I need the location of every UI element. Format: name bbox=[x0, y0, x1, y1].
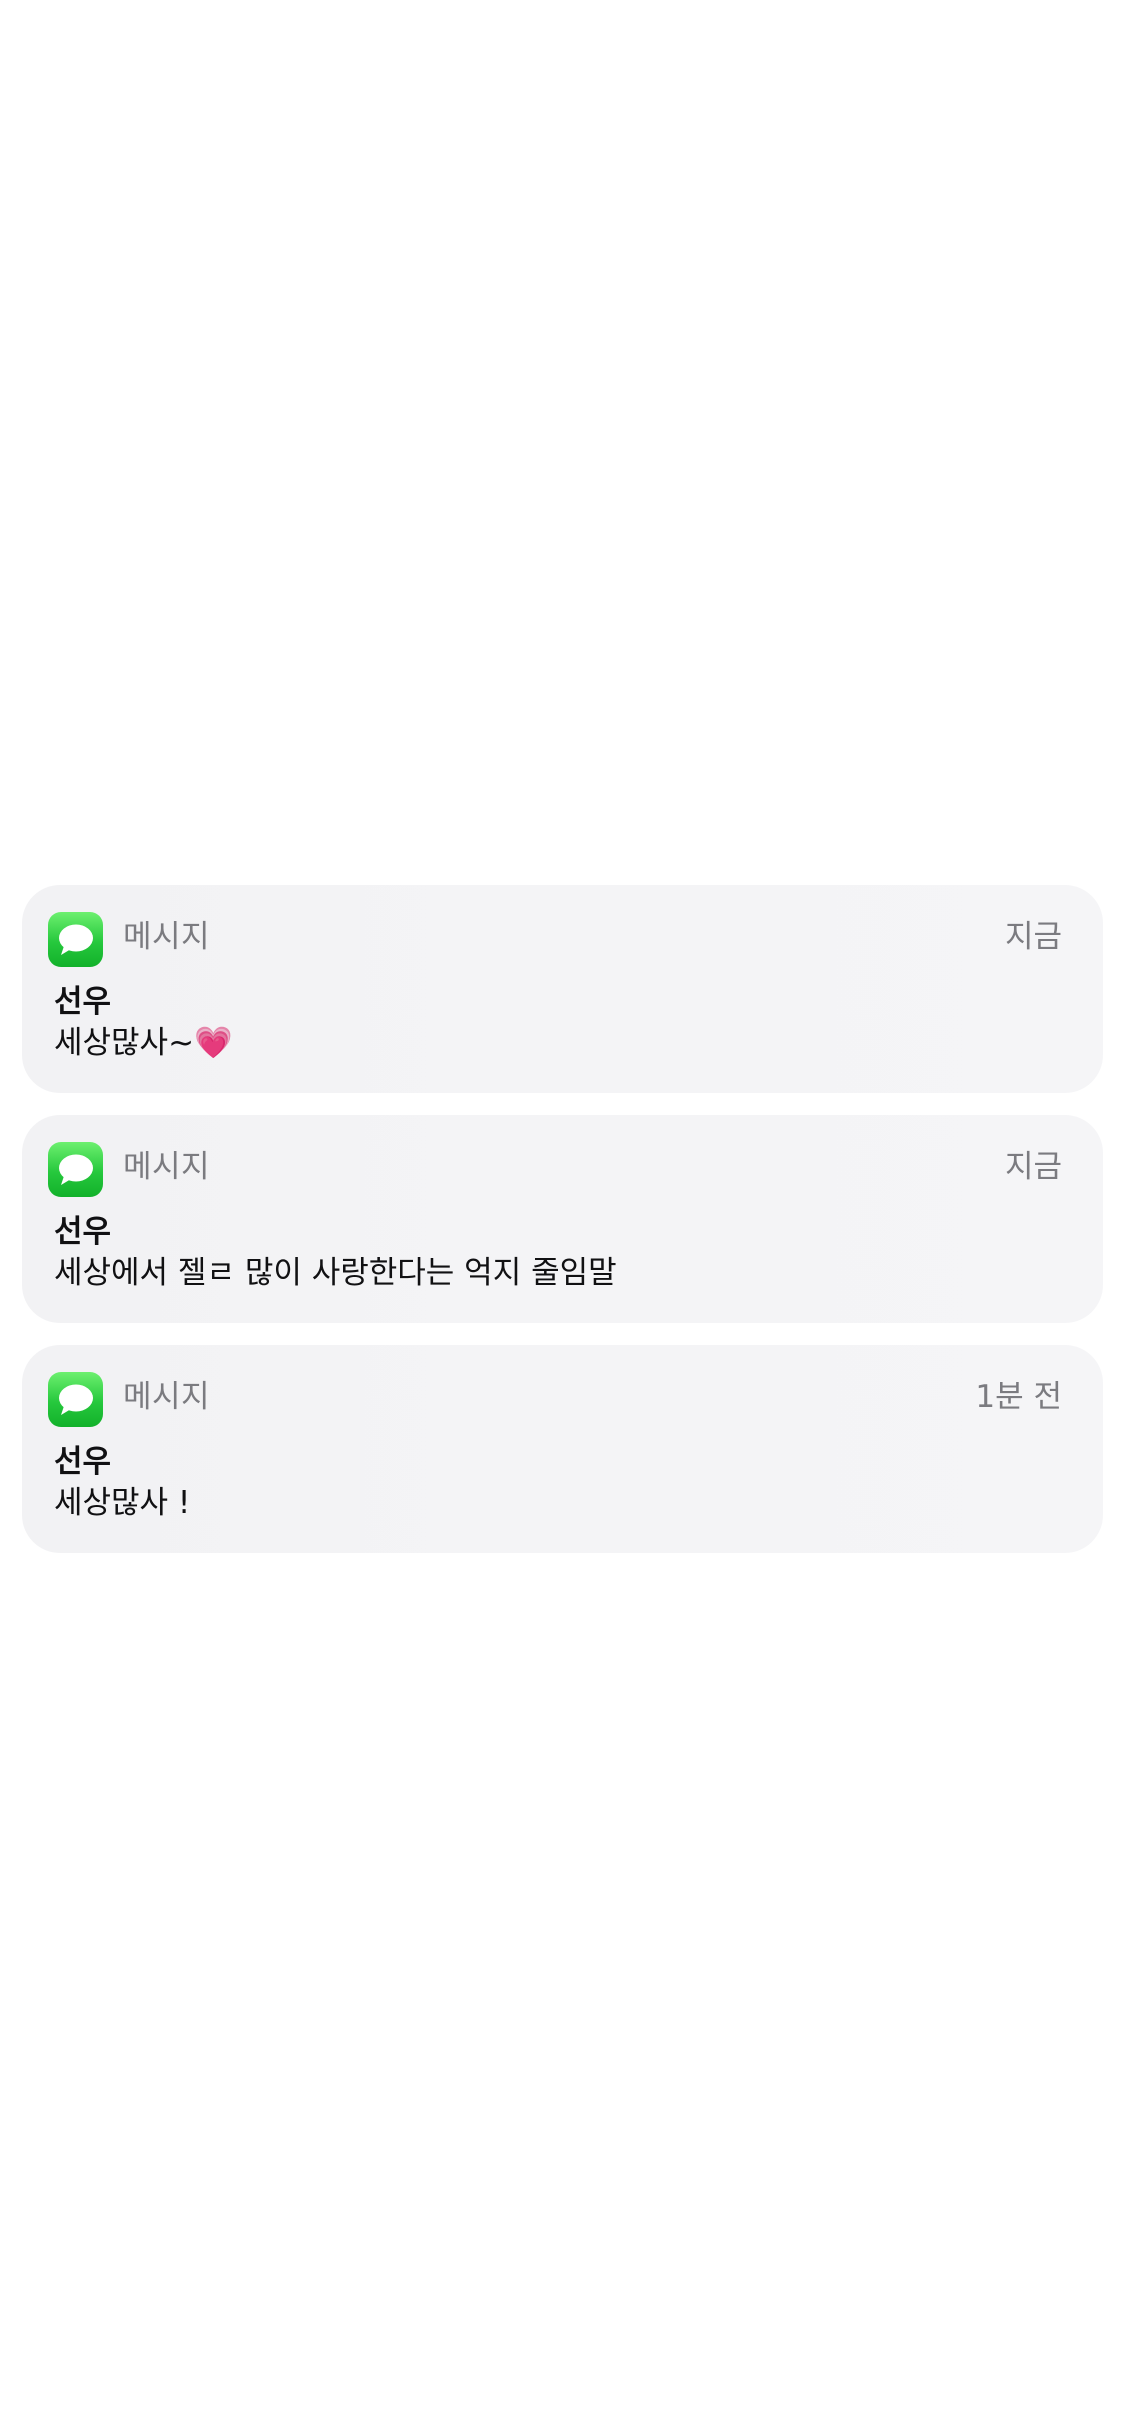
speech-bubble-icon bbox=[58, 1154, 93, 1185]
messages-icon bbox=[48, 1142, 103, 1197]
notification-card[interactable]: 메시지 지금 선우 세상많사~💗 bbox=[22, 885, 1103, 1093]
notification-stack: 메시지 지금 선우 세상많사~💗 메시지 지금 선우 세상에서 젤ㄹ 많이 사랑… bbox=[22, 885, 1103, 1575]
message-preview: 세상에서 젤ㄹ 많이 사랑한다는 억지 줄임말 bbox=[54, 1255, 617, 1291]
app-name: 메시지 bbox=[123, 919, 211, 955]
sender-name: 선우 bbox=[54, 1214, 112, 1250]
notification-card[interactable]: 메시지 1분 전 선우 세상많사 ! bbox=[22, 1345, 1103, 1553]
sender-name: 선우 bbox=[54, 984, 112, 1020]
sender-name: 선우 bbox=[54, 1444, 112, 1480]
notification-time: 1분 전 bbox=[975, 1379, 1062, 1415]
speech-bubble-icon bbox=[58, 1384, 93, 1415]
notification-time: 지금 bbox=[1004, 1149, 1062, 1185]
app-name: 메시지 bbox=[123, 1149, 211, 1185]
notification-time: 지금 bbox=[1004, 919, 1062, 955]
message-preview: 세상많사~💗 bbox=[54, 1025, 233, 1061]
app-name: 메시지 bbox=[123, 1379, 211, 1415]
messages-icon bbox=[48, 912, 103, 967]
messages-icon bbox=[48, 1372, 103, 1427]
speech-bubble-icon bbox=[58, 924, 93, 955]
message-preview: 세상많사 ! bbox=[54, 1485, 191, 1521]
notification-card[interactable]: 메시지 지금 선우 세상에서 젤ㄹ 많이 사랑한다는 억지 줄임말 bbox=[22, 1115, 1103, 1323]
